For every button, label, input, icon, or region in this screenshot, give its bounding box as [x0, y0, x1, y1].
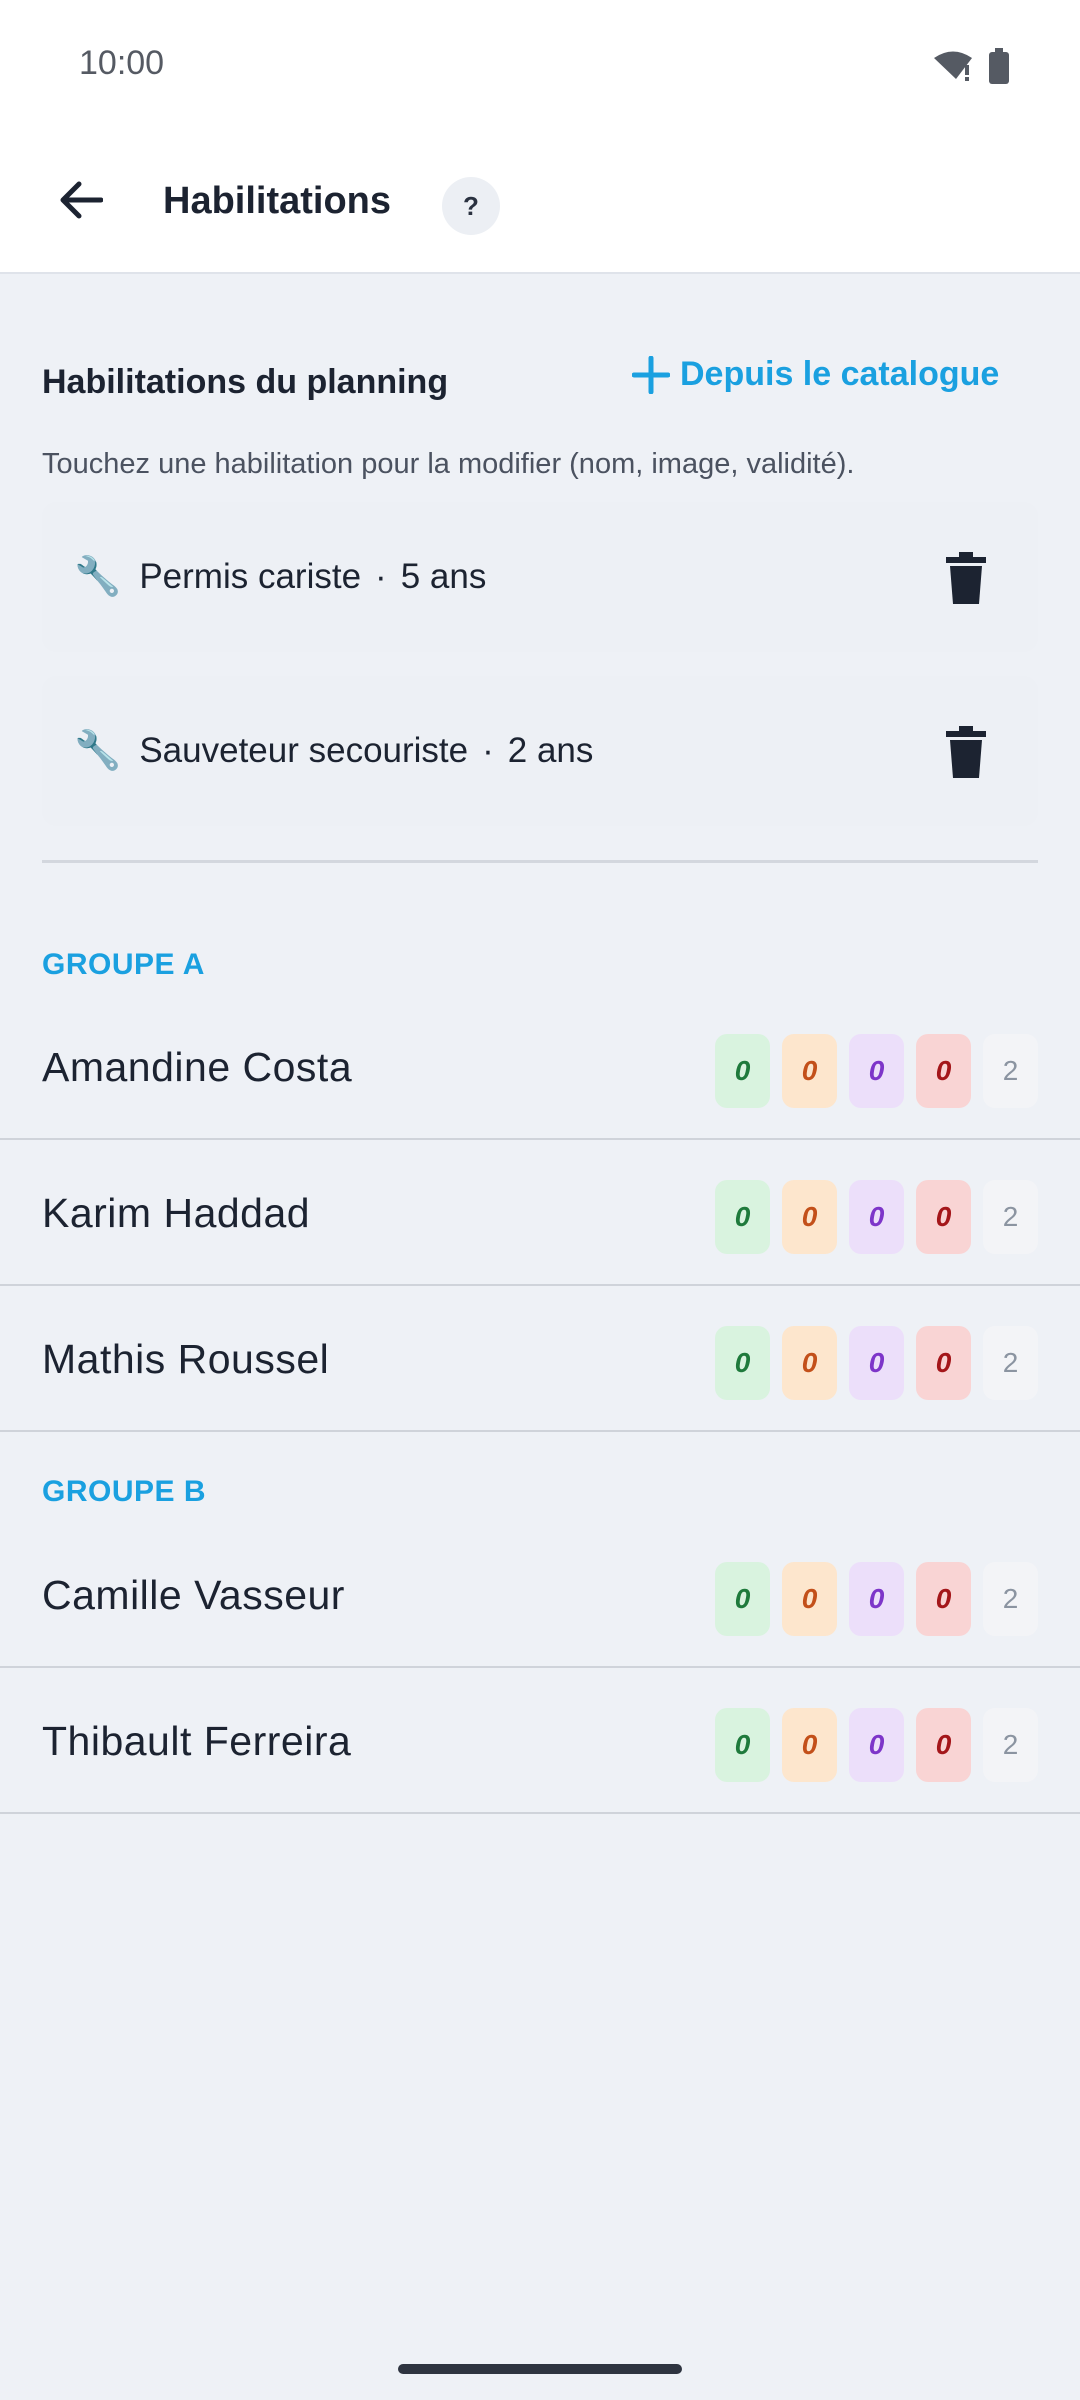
member-name: Thibault Ferreira — [42, 1718, 352, 1764]
status-badge-green: 0 — [715, 1708, 770, 1782]
habilitation-name: Sauveteur secouriste — [139, 731, 469, 770]
status-badge-red: 0 — [916, 1708, 971, 1782]
status-badge-total: 2 — [983, 1562, 1038, 1636]
back-button[interactable] — [44, 164, 116, 236]
group-label: GROUPE A — [42, 948, 205, 981]
arrow-left-icon — [60, 181, 103, 219]
status-badge-purple: 0 — [849, 1708, 904, 1782]
app-bar: Habilitations ? — [0, 134, 1080, 274]
wifi-icon — [934, 51, 972, 81]
add-from-catalog-button[interactable]: Depuis le catalogue — [632, 355, 999, 394]
status-badge-orange: 0 — [782, 1180, 837, 1254]
status-badge-total: 2 — [983, 1034, 1038, 1108]
status-badge-orange: 0 — [782, 1326, 837, 1400]
habilitation-duration: 2 ans — [507, 731, 594, 770]
status-badge-green: 0 — [715, 1326, 770, 1400]
status-badge-green: 0 — [715, 1562, 770, 1636]
status-badge-orange: 0 — [782, 1708, 837, 1782]
wrench-icon: 🔧 — [74, 730, 122, 772]
separator-dot: · — [375, 557, 387, 596]
status-badge-purple: 0 — [849, 1326, 904, 1400]
status-badge-total: 2 — [983, 1180, 1038, 1254]
status-badge-red: 0 — [916, 1034, 971, 1108]
page-title: Habilitations — [163, 180, 392, 222]
member-badges: 0 0 0 0 2 — [715, 1034, 1038, 1108]
home-indicator[interactable] — [398, 2364, 682, 2374]
status-badge-green: 0 — [715, 1034, 770, 1108]
habilitation-card[interactable]: 🔧 Permis cariste · 5 ans — [42, 502, 1038, 652]
status-badge-red: 0 — [916, 1180, 971, 1254]
status-badge-orange: 0 — [782, 1034, 837, 1108]
section-hint: Touchez une habilitation pour la modifie… — [42, 448, 855, 480]
habilitation-duration: 5 ans — [400, 557, 487, 596]
trash-icon[interactable] — [946, 726, 986, 778]
member-row[interactable]: Thibault Ferreira 0 0 0 0 2 — [0, 1670, 1080, 1814]
member-badges: 0 0 0 0 2 — [715, 1180, 1038, 1254]
status-badge-total: 2 — [983, 1708, 1038, 1782]
status-time: 10:00 — [79, 44, 165, 82]
status-bar: 10:00 — [0, 0, 1080, 134]
habilitation-card[interactable]: 🔧 Sauveteur secouriste · 2 ans — [42, 676, 1038, 826]
status-badge-purple: 0 — [849, 1562, 904, 1636]
status-badge-green: 0 — [715, 1180, 770, 1254]
status-badge-red: 0 — [916, 1562, 971, 1636]
status-badge-purple: 0 — [849, 1034, 904, 1108]
battery-icon — [989, 48, 1009, 84]
member-badges: 0 0 0 0 2 — [715, 1562, 1038, 1636]
help-button[interactable]: ? — [442, 177, 500, 235]
member-row[interactable]: Amandine Costa 0 0 0 0 2 — [0, 996, 1080, 1140]
wrench-icon: 🔧 — [74, 556, 122, 598]
status-badge-total: 2 — [983, 1326, 1038, 1400]
member-name: Mathis Roussel — [42, 1336, 330, 1382]
plus-icon — [632, 355, 670, 394]
member-row[interactable]: Mathis Roussel 0 0 0 0 2 — [0, 1288, 1080, 1432]
habilitation-name: Permis cariste — [139, 557, 362, 596]
status-badge-red: 0 — [916, 1326, 971, 1400]
member-name: Karim Haddad — [42, 1190, 311, 1236]
member-name: Amandine Costa — [42, 1044, 353, 1090]
status-badge-orange: 0 — [782, 1562, 837, 1636]
status-badge-purple: 0 — [849, 1180, 904, 1254]
member-badges: 0 0 0 0 2 — [715, 1326, 1038, 1400]
trash-icon[interactable] — [946, 552, 986, 604]
section-title: Habilitations du planning — [42, 363, 449, 401]
member-row[interactable]: Karim Haddad 0 0 0 0 2 — [0, 1142, 1080, 1286]
separator-dot: · — [482, 731, 494, 770]
group-label: GROUPE B — [42, 1475, 207, 1508]
status-icons — [932, 48, 1010, 84]
member-badges: 0 0 0 0 2 — [715, 1708, 1038, 1782]
member-row[interactable]: Camille Vasseur 0 0 0 0 2 — [0, 1524, 1080, 1668]
add-from-catalog-label: Depuis le catalogue — [680, 355, 1000, 393]
section-divider — [42, 860, 1038, 863]
member-name: Camille Vasseur — [42, 1572, 345, 1618]
